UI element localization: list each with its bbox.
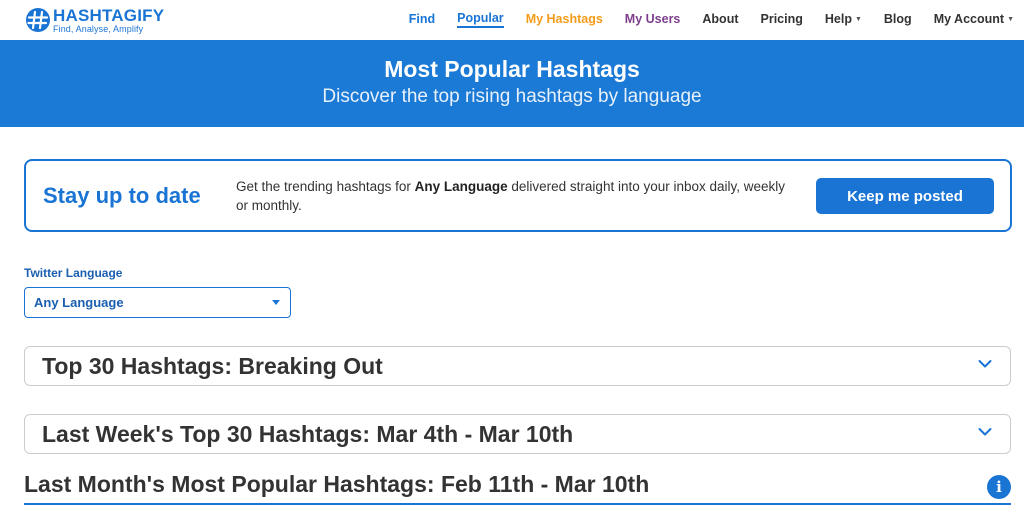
language-selected-value: Any Language [34, 295, 124, 310]
logo[interactable]: HASHTAGIFY Find, Analyse, Amplify [26, 5, 164, 35]
newsletter-text: Get the trending hashtags for Any Langua… [236, 177, 796, 215]
logo-name: HASHTAGIFY [53, 5, 165, 25]
nav-help[interactable]: Help ▼ [825, 12, 862, 26]
chevron-down-icon [978, 360, 992, 368]
dropdown-arrow-icon [272, 300, 280, 305]
newsletter-language: Any Language [414, 179, 508, 194]
main-menu: Find Popular My Hashtags My Users About … [398, 0, 1024, 38]
page-subtitle: Discover the top rising hashtags by lang… [322, 86, 702, 107]
nav-pricing[interactable]: Pricing [761, 12, 803, 26]
newsletter-box: Stay up to date Get the trending hashtag… [24, 159, 1012, 232]
nav-about[interactable]: About [702, 12, 738, 26]
page-title: Most Popular Hashtags [384, 56, 640, 82]
nav-my-users[interactable]: My Users [625, 12, 681, 26]
last-month-title: Last Month's Most Popular Hashtags: Feb … [24, 471, 650, 497]
nav-my-account[interactable]: My Account ▼ [934, 12, 1014, 26]
language-select[interactable]: Any Language [24, 287, 291, 318]
nav-find[interactable]: Find [409, 12, 435, 26]
caret-down-icon: ▼ [1007, 15, 1014, 23]
hero-banner: Most Popular Hashtags Discover the top r… [0, 40, 1024, 127]
nav-my-account-label: My Account [933, 12, 1005, 26]
caret-down-icon: ▼ [854, 15, 862, 23]
section-divider [24, 503, 1011, 505]
chevron-down-icon [978, 428, 992, 436]
nav-my-hashtags[interactable]: My Hashtags [526, 12, 603, 26]
language-label: Twitter Language [24, 266, 123, 280]
breaking-out-title: Top 30 Hashtags: Breaking Out [42, 353, 383, 379]
newsletter-title: Stay up to date [43, 183, 201, 208]
hashtag-globe-icon [26, 8, 50, 32]
newsletter-text-before: Get the trending hashtags for [236, 179, 415, 194]
last-week-title: Last Week's Top 30 Hashtags: Mar 4th - M… [42, 421, 574, 447]
breaking-out-accordion[interactable]: Top 30 Hashtags: Breaking Out [24, 346, 1011, 386]
nav-help-label: Help [824, 12, 852, 26]
top-navigation: HASHTAGIFY Find, Analyse, Amplify Find P… [0, 0, 1024, 40]
keep-me-posted-button[interactable]: Keep me posted [816, 178, 994, 214]
last-week-accordion[interactable]: Last Week's Top 30 Hashtags: Mar 4th - M… [24, 414, 1011, 454]
info-icon[interactable]: i [987, 475, 1011, 499]
nav-blog[interactable]: Blog [884, 12, 912, 26]
logo-tagline: Find, Analyse, Amplify [53, 23, 144, 34]
nav-popular[interactable]: Popular [457, 11, 504, 28]
